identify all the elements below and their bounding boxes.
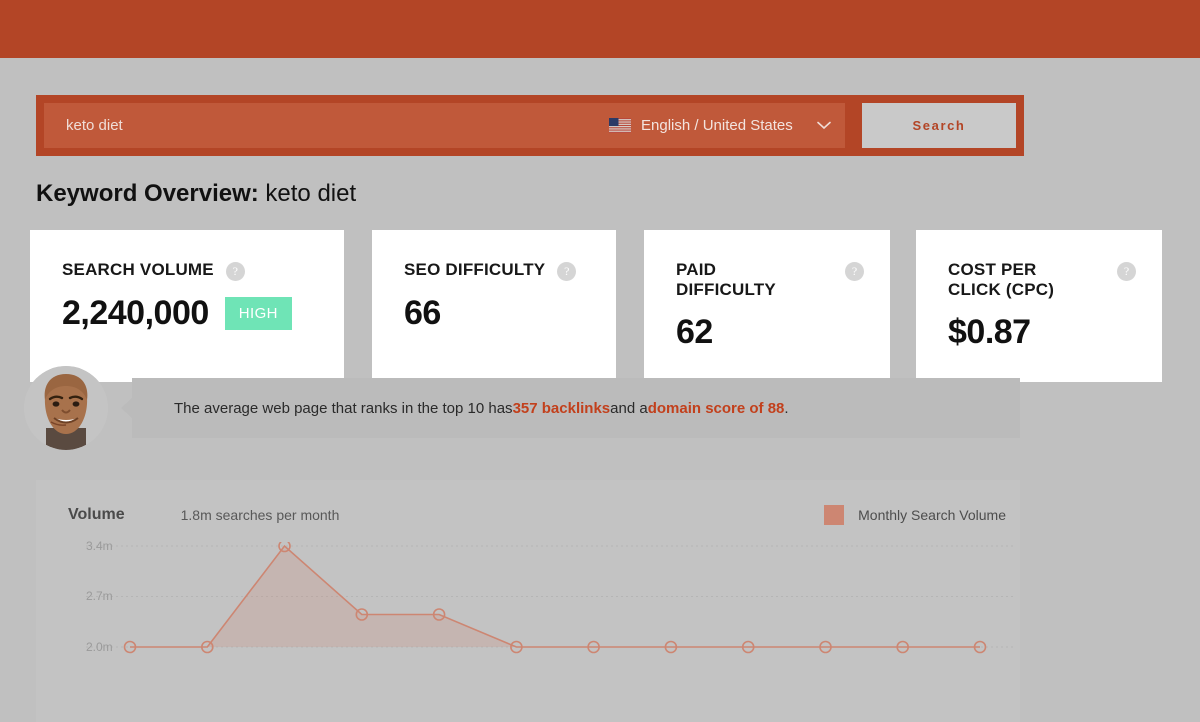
page-title-keyword: keto diet	[258, 180, 357, 207]
chart-title: Volume	[68, 506, 125, 523]
legend-swatch-icon	[824, 505, 845, 525]
card-value-row: $0.87	[948, 313, 1136, 352]
page-title: Keyword Overview: keto diet	[36, 180, 356, 208]
search-bar: English / United States Search	[36, 95, 1024, 156]
status-badge: HIGH	[224, 297, 292, 330]
assistant-tip: The average web page that ranks in the t…	[24, 366, 1020, 450]
card-paid-difficulty: PAID DIFFICULTY ? 62	[644, 230, 890, 382]
card-header: PAID DIFFICULTY ?	[676, 260, 864, 300]
question-mark-icon[interactable]: ?	[557, 262, 577, 281]
card-label: COST PER CLICK (CPC)	[948, 260, 1055, 300]
question-mark-icon[interactable]: ?	[845, 262, 864, 281]
page-title-label: Keyword Overview:	[36, 180, 259, 207]
search-button[interactable]: Search	[862, 103, 1016, 148]
chart-subtitle: 1.8m searches per month	[180, 507, 340, 523]
question-mark-icon[interactable]: ?	[225, 262, 245, 281]
card-value: 66	[404, 294, 441, 332]
us-flag-icon	[609, 118, 631, 133]
y-axis-tick-0: 3.4m	[86, 539, 113, 553]
y-axis-tick-1: 2.7m	[86, 589, 113, 603]
card-value-row: 66	[404, 294, 590, 333]
user-avatar-photo	[24, 366, 108, 450]
tip-bubble: The average web page that ranks in the t…	[121, 378, 1020, 438]
volume-chart-panel: Volume 1.8m searches per month Monthly S…	[36, 480, 1020, 722]
legend-label: Monthly Search Volume	[858, 507, 1006, 523]
tip-text-end: .	[784, 399, 789, 417]
search-input[interactable]	[44, 103, 595, 148]
language-label: English / United States	[641, 117, 793, 134]
card-cost-per-click: COST PER CLICK (CPC) ? $0.87	[916, 230, 1162, 382]
chart-header: Volume 1.8m searches per month Monthly S…	[68, 505, 1006, 525]
card-label: SEARCH VOLUME	[62, 260, 214, 279]
card-value-row: 62	[676, 313, 864, 352]
card-header: SEARCH VOLUME ?	[62, 260, 318, 281]
tip-text-start: The average web page that ranks in the t…	[174, 399, 513, 417]
card-value: 2,240,000	[62, 294, 209, 332]
y-axis-tick-2: 2.0m	[86, 640, 113, 654]
tip-highlight-backlinks: 357 backlinks	[512, 399, 611, 417]
metric-cards: SEARCH VOLUME ? 2,240,000 HIGH SEO DIFFI…	[30, 230, 1170, 382]
card-label: PAID DIFFICULTY	[676, 260, 776, 300]
question-mark-icon[interactable]: ?	[1117, 262, 1136, 281]
chart-plot-area: 3.4m 2.7m 2.0m	[36, 539, 1020, 722]
chart-legend: Monthly Search Volume	[824, 505, 1006, 525]
card-seo-difficulty: SEO DIFFICULTY ? 66	[372, 230, 616, 382]
card-header: COST PER CLICK (CPC) ?	[948, 260, 1136, 300]
card-search-volume: SEARCH VOLUME ? 2,240,000 HIGH	[30, 230, 344, 382]
line-chart-svg	[86, 539, 1016, 654]
chevron-down-icon	[817, 117, 831, 134]
language-selector[interactable]: English / United States	[595, 103, 845, 148]
card-label: SEO DIFFICULTY	[404, 260, 546, 279]
card-header: SEO DIFFICULTY ?	[404, 260, 590, 281]
card-value: 62	[676, 313, 713, 352]
card-value: $0.87	[948, 313, 1031, 352]
tip-highlight-domain-score: domain score of 88	[647, 399, 785, 417]
tip-text-mid: and a	[610, 399, 648, 417]
keyword-overview-page: English / United States Search Keyword O…	[0, 0, 1200, 722]
card-value-row: 2,240,000 HIGH	[62, 294, 318, 333]
top-brand-bar	[0, 0, 1200, 58]
